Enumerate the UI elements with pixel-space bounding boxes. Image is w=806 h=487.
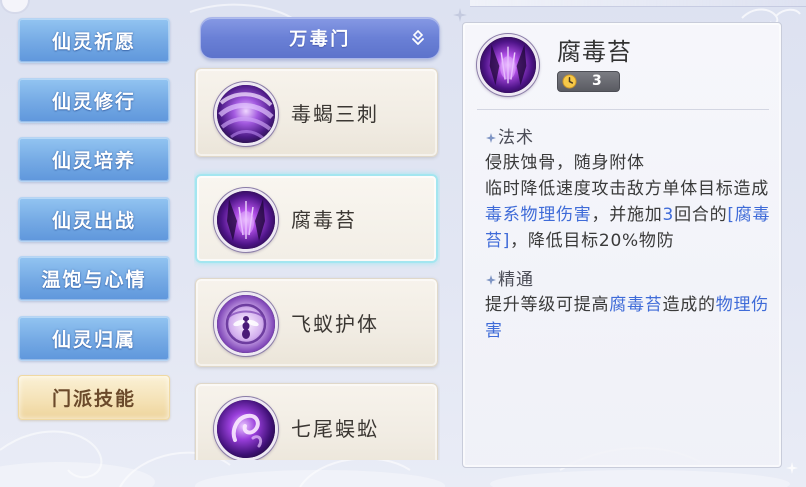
menu-item-hunger-and-mood[interactable]: 温饱与心情 — [18, 256, 170, 301]
section-header: 法术 — [485, 127, 777, 149]
skill-detail-title: 腐毒苔 — [557, 38, 632, 66]
menu-item-label: 温饱与心情 — [41, 269, 147, 291]
skill-list[interactable]: 毒蝎三刺 腐毒苔 飞蚁护体 七尾蜈蚣 — [194, 64, 440, 460]
highlighted-term: 毒系物理伤害 — [485, 205, 592, 225]
description-line: 苔]，降低目标20%物防 — [485, 228, 777, 254]
skill-section: 精通 提升等级可提高腐毒苔造成的物理伤害 — [485, 269, 777, 344]
menu-item-label: 仙灵培养 — [51, 150, 136, 172]
menu-item-label: 仙灵出战 — [51, 210, 136, 232]
skill-name: 飞蚁护体 — [291, 312, 379, 336]
sparkle-bullet-icon — [486, 133, 496, 143]
description-text: ，降低目标20%物防 — [510, 231, 675, 251]
highlighted-term: 害 — [485, 321, 503, 341]
cooldown-badge: 3 — [557, 71, 620, 92]
menu-item-school-skills[interactable]: 门派技能 — [18, 375, 170, 420]
chevron-down-icon[interactable] — [409, 29, 427, 47]
highlighted-term: 3 — [662, 205, 675, 225]
section-title: 精通 — [498, 270, 534, 290]
description-text: 侵肤蚀骨，随身附体 — [485, 153, 645, 173]
menu-item-label: 仙灵祈愿 — [51, 31, 136, 53]
skill-card-flying-ant-guard[interactable]: 飞蚁护体 — [195, 278, 438, 367]
skill-description: 法术 侵肤蚀骨，随身附体 临时降低速度攻击敌方单体目标造成 毒系物理伤害，并施加3回合… — [485, 127, 777, 344]
description-line: 毒系物理伤害，并施加3回合的[腐毒 — [485, 202, 777, 228]
cooldown-value: 3 — [592, 73, 602, 89]
menu-item-label: 门派技能 — [51, 388, 136, 410]
highlighted-term: [腐毒 — [727, 205, 771, 225]
menu-item-spirit-cultivation[interactable]: 仙灵培养 — [18, 137, 170, 182]
flying-ant-skill-icon — [214, 292, 278, 356]
skill-card-scorpion-strike[interactable]: 毒蝎三刺 — [195, 68, 438, 157]
description-lines: 侵肤蚀骨，随身附体 临时降低速度攻击敌方单体目标造成 毒系物理伤害，并施加3回合的[… — [485, 150, 777, 254]
sparkle-bullet-icon — [486, 275, 496, 285]
description-text: 临时降低速度攻击敌方单体目标造成 — [485, 179, 769, 199]
skill-detail-panel: 腐毒苔 3 法术 侵肤蚀骨，随身附体 临时降低速度攻击敌方单体目标造成 毒系物理伤害，… — [462, 22, 782, 468]
highlighted-term: 腐毒苔 — [609, 295, 663, 315]
skill-name: 毒蝎三刺 — [291, 102, 379, 126]
school-dropdown-label: 万毒门 — [289, 29, 351, 50]
description-line: 提升等级可提高腐毒苔造成的物理伤 — [485, 292, 777, 318]
section-header: 精通 — [485, 269, 777, 291]
highlighted-term: 苔] — [485, 231, 511, 251]
description-line: 害 — [485, 318, 777, 344]
sparkle-icon — [453, 8, 467, 22]
poison-moss-skill-icon — [214, 188, 278, 252]
skill-card-seven-tail-centipede[interactable]: 七尾蜈蚣 — [195, 383, 438, 460]
menu-item-spirit-battle[interactable]: 仙灵出战 — [18, 197, 170, 242]
skill-name: 七尾蜈蚣 — [291, 417, 379, 441]
school-dropdown[interactable]: 万毒门 — [200, 17, 440, 59]
highlighted-term: 物理伤 — [715, 295, 769, 315]
skill-name: 腐毒苔 — [291, 208, 357, 232]
poison-moss-skill-icon — [477, 34, 539, 96]
menu-item-spirit-training[interactable]: 仙灵修行 — [18, 78, 170, 123]
section-title: 法术 — [498, 128, 534, 148]
menu-item-label: 仙灵归属 — [51, 329, 136, 351]
menu-item-spirit-ownership[interactable]: 仙灵归属 — [18, 316, 170, 361]
description-text: 回合的 — [674, 205, 728, 225]
description-text: 造成的 — [662, 295, 716, 315]
description-text: ，并施加 — [591, 205, 663, 225]
skill-card-poison-moss[interactable]: 腐毒苔 — [195, 174, 438, 263]
description-text: 提升等级可提高 — [485, 295, 610, 315]
clock-icon — [562, 74, 577, 89]
description-line: 临时降低速度攻击敌方单体目标造成 — [485, 176, 777, 202]
seven-tail-centipede-skill-icon — [214, 397, 278, 460]
scorpion-strike-skill-icon — [214, 82, 278, 146]
skill-section: 法术 侵肤蚀骨，随身附体 临时降低速度攻击敌方单体目标造成 毒系物理伤害，并施加3回合… — [485, 127, 777, 254]
divider — [477, 109, 769, 110]
sparkle-icon — [786, 462, 798, 474]
menu-item-spirit-wish[interactable]: 仙灵祈愿 — [18, 18, 170, 63]
description-line: 侵肤蚀骨，随身附体 — [485, 150, 777, 176]
menu-item-label: 仙灵修行 — [51, 91, 136, 113]
description-lines: 提升等级可提高腐毒苔造成的物理伤害 — [485, 292, 777, 344]
